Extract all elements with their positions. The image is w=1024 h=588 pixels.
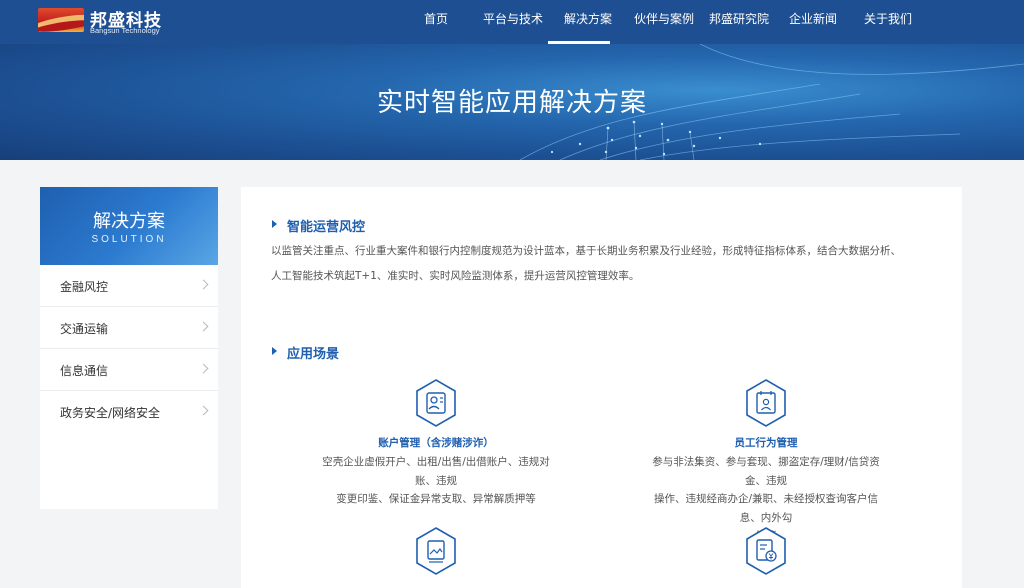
card-description-line: 参与非法集资、参与套现、挪盗定存/理财/信贷资金、违规 xyxy=(652,456,880,487)
scenario-card-3 xyxy=(286,527,586,588)
scenario-card-4 xyxy=(616,527,916,588)
nav-home[interactable]: 首页 xyxy=(424,10,448,27)
sidebar-item-label: 交通运输 xyxy=(60,322,109,336)
sidebar-header: 解决方案 SOLUTION xyxy=(40,187,218,265)
image-document-icon xyxy=(416,527,456,575)
staff-badge-icon xyxy=(746,379,786,427)
sidebar-item-transportation[interactable]: 交通运输 xyxy=(40,307,218,349)
nav-platform-technology[interactable]: 平台与技术 xyxy=(483,10,543,27)
nav-company-news[interactable]: 企业新闻 xyxy=(789,10,837,27)
section-description: 以监管关注重点、行业重大案件和银行内控制度规范为设计蓝本，基于长期业务积累及行业… xyxy=(271,239,931,289)
sidebar-title: 解决方案 xyxy=(93,211,165,232)
sidebar-subtitle: SOLUTION xyxy=(91,234,167,245)
yuan-document-icon xyxy=(746,527,786,575)
chevron-right-icon xyxy=(198,321,209,332)
scenario-card-staff: 员工行为管理 参与非法集资、参与套现、挪盗定存/理财/信贷资金、违规 操作、违规… xyxy=(616,379,916,542)
banner-title: 实时智能应用解决方案 xyxy=(376,88,647,118)
scenario-card-account: 账户管理（含涉赌涉诈） 空壳企业虚假开户、出租/出售/出借账户、违规对账、违规 … xyxy=(286,379,586,505)
scenario-card-title: 账户管理（含涉赌涉诈） xyxy=(378,437,494,449)
logo-mark-icon xyxy=(38,8,84,32)
card-description-line: 操作、违规经商办企/兼职、未经授权查询客户信息、内外勾 xyxy=(653,493,879,524)
company-logo[interactable]: 邦盛科技 Bangsun Technology xyxy=(38,6,178,36)
card-description-line: 变更印鉴、保证金异常支取、异常解质押等 xyxy=(336,493,536,505)
sidebar-item-label: 信息通信 xyxy=(60,364,109,378)
scenario-card-description: 空壳企业虚假开户、出租/出售/出借账户、违规对账、违规 变更印鉴、保证金异常支取… xyxy=(316,453,556,509)
sidebar-item-gov-network-security[interactable]: 政务安全/网络安全 xyxy=(40,391,218,433)
chevron-right-icon xyxy=(198,363,209,374)
main-content: 智能运营风控 以监管关注重点、行业重大案件和银行内控制度规范为设计蓝本，基于长期… xyxy=(241,187,962,588)
logo-english-name: Bangsun Technology xyxy=(90,26,160,35)
nav-about-us[interactable]: 关于我们 xyxy=(864,10,912,27)
chevron-right-icon xyxy=(198,279,209,290)
nav-solutions[interactable]: 解决方案 xyxy=(564,10,612,27)
description-line: 人工智能技术筑起T+1、准实时、实时风险监测体系，提升运营风控管理效率。 xyxy=(271,270,640,282)
section-title-smart-risk: 智能运营风控 xyxy=(287,220,366,235)
sidebar-item-label: 金融风控 xyxy=(60,280,109,294)
account-card-icon xyxy=(416,379,456,427)
solutions-sidebar: 解决方案 SOLUTION 金融风控 交通运输 信息通信 政务安全/网络安全 xyxy=(40,187,218,509)
sidebar-item-telecom[interactable]: 信息通信 xyxy=(40,349,218,391)
nav-research-institute[interactable]: 邦盛研究院 xyxy=(709,10,769,27)
nav-partners-cases[interactable]: 伙伴与案例 xyxy=(634,10,694,27)
sidebar-item-financial-risk[interactable]: 金融风控 xyxy=(40,265,218,307)
scenario-card-title: 员工行为管理 xyxy=(734,437,798,449)
card-description-line: 空壳企业虚假开户、出租/出售/出借账户、违规对账、违规 xyxy=(322,456,550,487)
top-header: 邦盛科技 Bangsun Technology 首页 平台与技术 解决方案 伙伴… xyxy=(0,0,1024,44)
description-line: 以监管关注重点、行业重大案件和银行内控制度规范为设计蓝本，基于长期业务积累及行业… xyxy=(271,245,901,257)
chevron-right-icon xyxy=(198,405,209,416)
page-banner: 实时智能应用解决方案 xyxy=(0,44,1024,160)
sidebar-item-label: 政务安全/网络安全 xyxy=(60,406,161,420)
section-title-scenarios: 应用场景 xyxy=(287,347,340,362)
